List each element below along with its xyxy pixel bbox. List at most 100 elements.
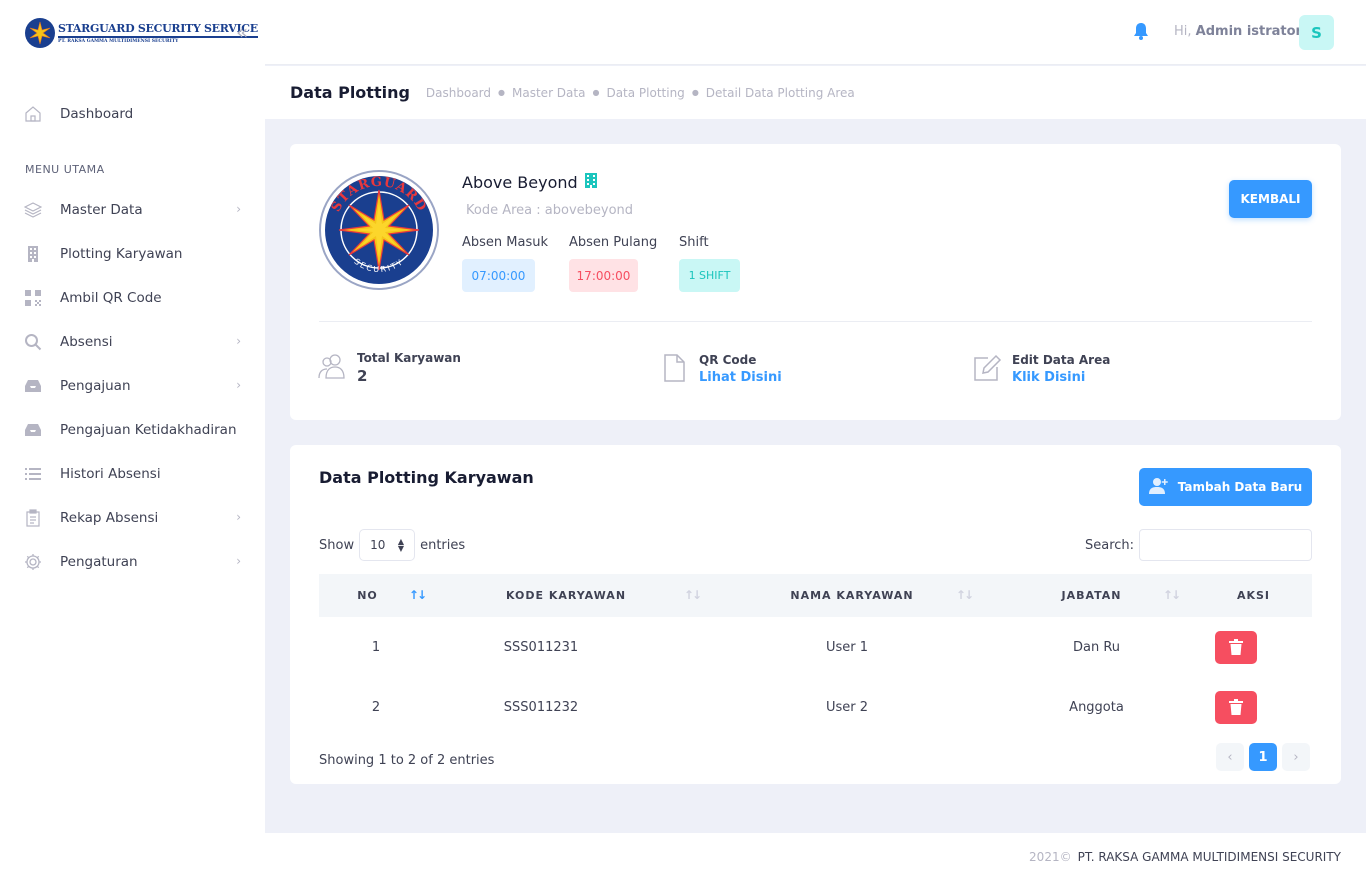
breadcrumb-item[interactable]: Data Plotting <box>606 86 684 100</box>
chevron-right-icon: › <box>236 334 241 348</box>
delete-button[interactable] <box>1215 630 1257 664</box>
greeting-prefix: Hi, <box>1174 24 1192 39</box>
sidebar-item-rekap-absensi[interactable]: Rekap Absensi › <box>0 496 265 540</box>
footer: 2021© PT. RAKSA GAMMA MULTIDIMENSI SECUR… <box>265 833 1366 881</box>
area-name: Above Beyond <box>462 173 597 192</box>
add-data-button[interactable]: Tambah Data Baru <box>1139 468 1312 506</box>
breadcrumb-separator: ● <box>498 88 506 97</box>
cell-kode: SSS011232 <box>503 699 579 715</box>
double-chevron-left-icon[interactable]: « <box>236 22 248 42</box>
sidebar-item-master-data[interactable]: Master Data › <box>0 188 265 232</box>
shift-badge: 1 SHIFT <box>679 259 740 292</box>
footer-company[interactable]: PT. RAKSA GAMMA MULTIDIMENSI SECURITY <box>1078 850 1341 864</box>
sidebar-item-histori-absensi[interactable]: Histori Absensi <box>0 452 265 496</box>
trash-icon <box>1229 639 1243 655</box>
absen-masuk-badge: 07:00:00 <box>462 259 535 292</box>
pagination-prev[interactable]: ‹ <box>1216 743 1244 771</box>
cell-aksi <box>1195 617 1312 677</box>
breadcrumb-separator: ● <box>592 88 600 97</box>
sidebar-item-label: Plotting Karyawan <box>60 246 183 262</box>
search-control: Search: <box>1085 529 1313 561</box>
inbox-icon <box>24 421 42 439</box>
chevron-right-icon: › <box>236 378 241 392</box>
bell-icon[interactable] <box>1133 22 1149 44</box>
search-label: Search: <box>1085 537 1135 553</box>
breadcrumb-item[interactable]: Detail Data Plotting Area <box>706 86 855 100</box>
column-header-nama[interactable]: NAMA KARYAWAN ↑↓ <box>716 574 988 617</box>
breadcrumb-item[interactable]: Master Data <box>512 86 585 100</box>
sidebar-item-label: Histori Absensi <box>60 466 161 482</box>
avatar[interactable]: S <box>1299 15 1334 50</box>
table-header-row: NO ↑↓ KODE KARYAWAN ↑↓ NAMA KARYAWAN ↑↓ JAB… <box>319 574 1312 617</box>
stat-total-karyawan-value: 2 <box>357 367 368 385</box>
cell-nama: User 1 <box>825 639 869 655</box>
search-input[interactable] <box>1139 529 1313 561</box>
area-logo: STARGUARD SECURITY <box>319 170 439 290</box>
sidebar-item-ambil-qr-code[interactable]: Ambil QR Code <box>0 276 265 320</box>
absen-masuk-label: Absen Masuk <box>462 235 549 250</box>
sidebar-item-pengaturan[interactable]: Pengaturan › <box>0 540 265 584</box>
edit-link[interactable]: Klik Disini <box>1012 370 1110 385</box>
sidebar-item-label: Pengaturan <box>60 554 138 570</box>
user-greeting[interactable]: Hi, Admin istrator <box>1174 24 1302 39</box>
brand-title: STARGUARD SECURITY SERVICE <box>58 22 258 38</box>
sort-updown-icon: ▲ ▼ <box>397 537 405 553</box>
sidebar-item-absensi[interactable]: Absensi › <box>0 320 265 364</box>
cell-no: 2 <box>371 699 381 715</box>
brand-logo[interactable]: STARGUARD SECURITY SERVICE PT. RAKSA GAM… <box>25 17 258 48</box>
home-icon <box>24 105 42 123</box>
list-icon <box>24 465 42 483</box>
breadcrumb: Dashboard ● Master Data ● Data Plotting … <box>426 86 855 100</box>
sidebar-item-label: Absensi <box>60 334 113 350</box>
file-icon <box>659 353 689 383</box>
pagination-next[interactable]: › <box>1282 743 1310 771</box>
back-button[interactable]: KEMBALI <box>1229 180 1312 218</box>
delete-button[interactable] <box>1215 690 1257 724</box>
sidebar-item-pengajuan[interactable]: Pengajuan › <box>0 364 265 408</box>
cell-jabatan: Anggota <box>1069 699 1124 715</box>
column-header-jabatan[interactable]: JABATAN ↑↓ <box>988 574 1195 617</box>
absen-pulang-badge: 17:00:00 <box>569 259 638 292</box>
cell-aksi <box>1195 677 1312 737</box>
cell-no: 1 <box>371 639 381 655</box>
sort-icon: ↑↓ <box>955 588 974 602</box>
cell-kode: SSS011231 <box>503 639 579 655</box>
column-header-kode[interactable]: KODE KARYAWAN ↑↓ <box>416 574 716 617</box>
absen-masuk: Absen Masuk 07:00:00 <box>462 235 548 292</box>
sidebar-item-dashboard[interactable]: Dashboard <box>0 92 265 136</box>
entries-control: Show 10 ▲ ▼ entries <box>319 529 465 561</box>
sidebar-menu: Dashboard MENU UTAMA Master Data › Plott… <box>0 92 265 584</box>
sidebar-item-label: Master Data <box>60 202 143 218</box>
qr-link[interactable]: Lihat Disini <box>699 370 782 385</box>
star-logo-icon <box>25 17 55 48</box>
edit-icon <box>972 353 1002 383</box>
cell-jabatan: Dan Ru <box>1072 639 1121 655</box>
entries-select[interactable]: 10 ▲ ▼ <box>359 529 416 561</box>
shift: Shift 1 SHIFT <box>679 235 740 292</box>
sidebar-item-label: Pengajuan Ketidakhadiran <box>60 422 237 438</box>
breadcrumb-item[interactable]: Dashboard <box>426 86 491 100</box>
chevron-right-icon: › <box>236 554 241 568</box>
sidebar-item-label: Rekap Absensi <box>60 510 159 526</box>
area-code: Kode Area : abovebeyond <box>466 203 634 218</box>
area-detail-card: STARGUARD SECURITY Above Beyond Kode Are… <box>290 144 1341 420</box>
sort-icon: ↑↓ <box>1162 588 1181 602</box>
clipboard-icon <box>24 509 42 527</box>
sidebar-item-pengajuan-ketidakhadiran[interactable]: Pengajuan Ketidakhadiran <box>0 408 265 452</box>
brand[interactable]: STARGUARD SECURITY SERVICE PT. RAKSA GAM… <box>0 0 265 65</box>
stat-total-karyawan-label: Total Karyawan <box>357 351 461 365</box>
table-row: 1 SSS011231 User 1 Dan Ru <box>319 617 1312 677</box>
chevron-right-icon: › <box>236 510 241 524</box>
menu-section-label: MENU UTAMA <box>25 163 105 176</box>
column-header-no[interactable]: NO ↑↓ <box>319 574 427 617</box>
pagination: ‹ 1 › <box>1216 743 1310 771</box>
show-label: Show <box>319 537 355 553</box>
footer-year: 2021© <box>1029 850 1072 864</box>
top-header: Hi, Admin istrator S <box>265 0 1366 65</box>
entries-label: entries <box>420 537 466 553</box>
sidebar-item-plotting-karyawan[interactable]: Plotting Karyawan <box>0 232 265 276</box>
stat-total-karyawan: Total Karyawan 2 <box>317 351 461 385</box>
pagination-page[interactable]: 1 <box>1249 743 1277 771</box>
gear-icon <box>24 553 42 571</box>
plotting-table: NO ↑↓ KODE KARYAWAN ↑↓ NAMA KARYAWAN ↑↓ JAB… <box>319 574 1312 737</box>
